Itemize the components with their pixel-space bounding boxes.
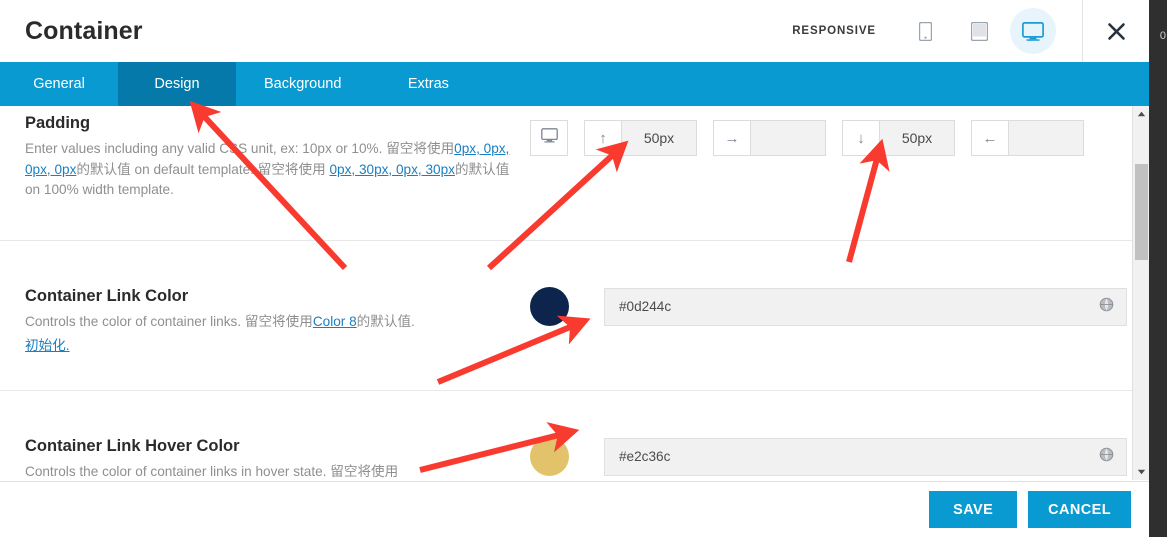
setting-row-link-hover-color: Container Link Hover Color Controls the …	[0, 391, 1149, 481]
tab-extras-label: Extras	[407, 76, 449, 92]
modal-header: Container RESPONSIVE	[0, 0, 1149, 62]
arrow-down-icon: ↓	[842, 120, 879, 156]
padding-left-input[interactable]	[1008, 120, 1084, 156]
padding-bottom-input[interactable]: 50px	[879, 120, 955, 156]
device-toggle-tablet[interactable]	[956, 8, 1002, 54]
padding-default-link-2[interactable]: 0px, 30px, 0px, 30px	[329, 162, 454, 177]
device-toggle-mobile[interactable]	[902, 8, 948, 54]
desktop-icon	[540, 128, 558, 148]
modal-footer: SAVE CANCEL	[0, 481, 1149, 537]
padding-top-group: ↑ 50px	[584, 120, 697, 156]
globe-icon[interactable]	[1099, 297, 1114, 317]
save-button[interactable]: SAVE	[929, 491, 1018, 528]
globe-icon[interactable]	[1099, 447, 1114, 467]
link-color-swatch[interactable]	[530, 287, 569, 326]
tab-design[interactable]: Design	[118, 62, 236, 106]
padding-description: Enter values including any valid CSS uni…	[25, 139, 510, 201]
container-settings-modal: Container RESPONSIVE General Design Back…	[0, 0, 1149, 537]
close-button[interactable]	[1083, 0, 1149, 62]
link-hover-color-input[interactable]: #e2c36c	[604, 437, 1127, 476]
link-hover-color-label-column: Container Link Hover Color Controls the …	[25, 437, 530, 481]
vertical-scrollbar[interactable]	[1132, 106, 1149, 480]
arrow-up-icon: ↑	[584, 120, 621, 156]
tab-background-label: Background	[264, 76, 342, 92]
edge-text: 0	[1159, 30, 1166, 42]
link-color-reset-link[interactable]: 初始化.	[25, 334, 70, 354]
device-toggle-desktop[interactable]	[1010, 8, 1056, 54]
tab-design-label: Design	[154, 76, 200, 92]
link-color-value: #0d244c	[619, 299, 672, 314]
link-color-title: Container Link Color	[25, 287, 189, 305]
tab-general[interactable]: General	[0, 62, 118, 106]
arrow-right-icon: →	[713, 120, 750, 156]
padding-right-group: →	[713, 120, 826, 156]
link-color-desc-part2: 的默认值.	[356, 314, 415, 329]
link-color-controls: #0d244c	[530, 287, 1127, 326]
padding-title: Padding	[25, 114, 91, 132]
settings-list: Padding Enter values including any valid…	[0, 106, 1149, 481]
padding-desc-part2: 的默认值 on default template. 留空将使用	[76, 161, 326, 177]
page-title: Container	[25, 16, 143, 45]
color-8-link[interactable]: Color 8	[313, 314, 357, 329]
padding-top-input[interactable]: 50px	[621, 120, 697, 156]
padding-bottom-group: ↓ 50px	[842, 120, 955, 156]
scroll-down-arrow-icon[interactable]	[1133, 464, 1149, 480]
scrollbar-thumb[interactable]	[1135, 164, 1148, 260]
tab-background[interactable]: Background	[236, 62, 369, 106]
tab-bar: General Design Background Extras	[0, 62, 1149, 106]
scroll-up-arrow-icon[interactable]	[1133, 106, 1149, 122]
desktop-icon	[1022, 21, 1044, 41]
link-hover-color-title: Container Link Hover Color	[25, 437, 240, 455]
link-hover-color-value: #e2c36c	[619, 449, 671, 464]
setting-row-padding: Padding Enter values including any valid…	[0, 106, 1149, 241]
link-hover-color-description: Controls the color of container links in…	[25, 464, 399, 479]
mobile-icon	[918, 21, 932, 41]
padding-left-group: ←	[971, 120, 1084, 156]
tab-general-label: General	[33, 76, 85, 92]
link-hover-color-controls: #e2c36c	[530, 437, 1127, 476]
padding-right-input[interactable]	[750, 120, 826, 156]
link-color-description: Controls the color of container links. 留…	[25, 312, 510, 333]
link-color-input[interactable]: #0d244c	[604, 287, 1127, 326]
link-color-label-column: Container Link Color Controls the color …	[25, 287, 530, 355]
tablet-icon	[970, 21, 988, 41]
padding-device-select[interactable]	[530, 120, 568, 156]
arrow-left-icon: ←	[971, 120, 1008, 156]
cancel-button[interactable]: CANCEL	[1028, 491, 1131, 528]
header-controls: RESPONSIVE	[792, 0, 1149, 62]
padding-desc-part1: Enter values including any valid CSS uni…	[25, 141, 455, 156]
padding-controls: ↑ 50px → ↓ 50px ←	[530, 114, 1084, 156]
page-background-edge: 0	[1149, 0, 1167, 537]
link-hover-color-swatch[interactable]	[530, 437, 569, 476]
tab-extras[interactable]: Extras	[369, 62, 487, 106]
screen: 0 Container RESPONSIVE General Design Ba…	[0, 0, 1167, 537]
padding-label-column: Padding Enter values including any valid…	[25, 114, 530, 201]
setting-row-link-color: Container Link Color Controls the color …	[0, 241, 1149, 391]
close-icon	[1107, 22, 1126, 41]
link-color-desc-part1: Controls the color of container links. 留…	[25, 314, 313, 329]
responsive-label: RESPONSIVE	[792, 25, 876, 37]
